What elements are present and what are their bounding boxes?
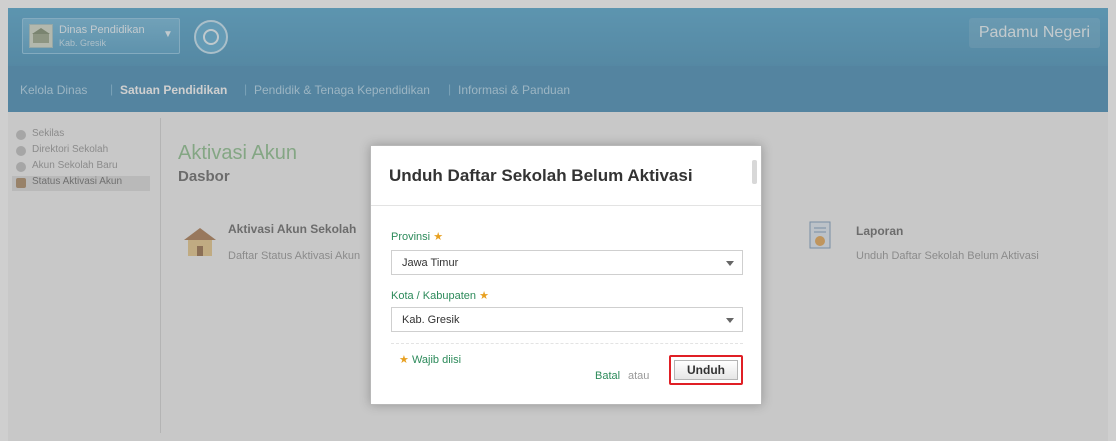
cancel-link[interactable]: Batal: [595, 370, 620, 382]
required-star-icon: ★: [433, 231, 444, 243]
required-star-icon: ★: [479, 290, 489, 302]
provinsi-select[interactable]: Jawa Timur: [391, 250, 743, 275]
kota-label-text: Kota / Kabupaten: [391, 290, 477, 302]
required-note: ★ Wajib diisi: [399, 353, 461, 366]
or-text: atau: [628, 370, 650, 382]
provinsi-value: Jawa Timur: [402, 257, 459, 269]
kota-label: Kota / Kabupaten ★: [391, 289, 489, 302]
dialog-title: Unduh Daftar Sekolah Belum Aktivasi: [389, 166, 693, 185]
provinsi-label: Provinsi ★: [391, 230, 443, 243]
dialog-header: Unduh Daftar Sekolah Belum Aktivasi: [371, 146, 761, 206]
kota-select[interactable]: Kab. Gresik: [391, 307, 743, 332]
kota-value: Kab. Gresik: [402, 314, 460, 326]
provinsi-label-text: Provinsi: [391, 231, 431, 243]
chevron-down-icon: [726, 318, 734, 323]
download-dialog: Unduh Daftar Sekolah Belum Aktivasi Prov…: [370, 145, 762, 405]
scrollbar-thumb[interactable]: [752, 160, 757, 184]
highlight-box: Unduh: [669, 355, 743, 385]
chevron-down-icon: [726, 261, 734, 266]
required-note-text: Wajib diisi: [411, 354, 462, 366]
download-button[interactable]: Unduh: [674, 360, 738, 380]
required-star-icon: ★: [399, 354, 409, 366]
dialog-divider: [391, 343, 743, 344]
